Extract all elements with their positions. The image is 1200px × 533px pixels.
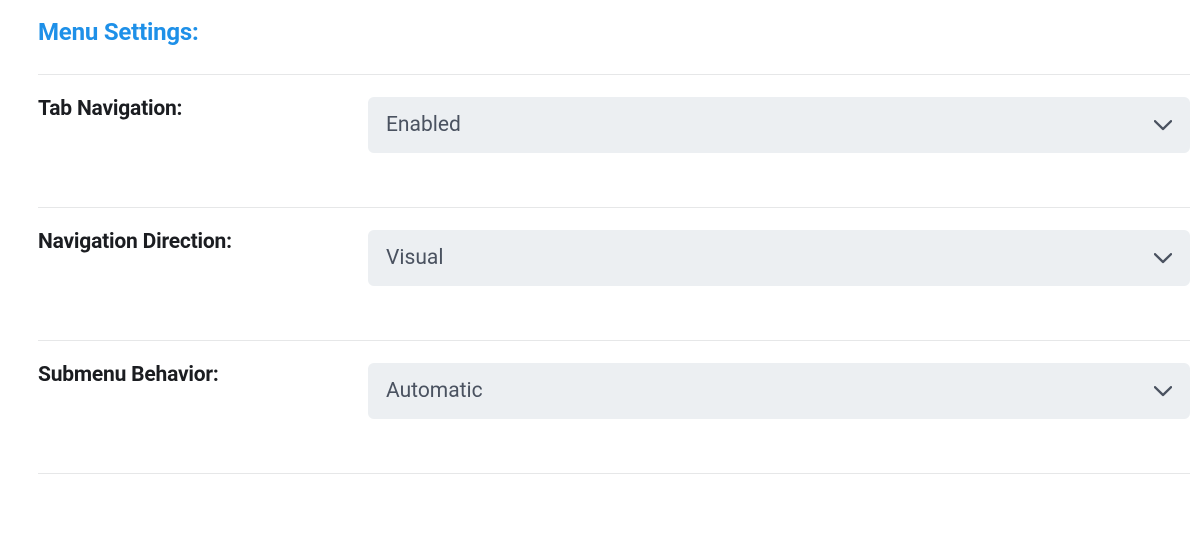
section-title: Menu Settings: <box>38 18 1190 46</box>
navigation-direction-value: Visual <box>386 246 443 270</box>
tab-navigation-value: Enabled <box>386 113 461 137</box>
submenu-behavior-label: Submenu Behavior: <box>38 363 368 387</box>
tab-navigation-label: Tab Navigation: <box>38 97 368 121</box>
navigation-direction-label: Navigation Direction: <box>38 230 368 254</box>
chevron-down-icon <box>1154 386 1172 397</box>
divider <box>38 473 1190 474</box>
submenu-behavior-select[interactable]: Automatic <box>368 363 1190 419</box>
setting-row-navigation-direction: Navigation Direction: Visual <box>38 208 1190 340</box>
setting-row-submenu-behavior: Submenu Behavior: Automatic <box>38 341 1190 473</box>
navigation-direction-select[interactable]: Visual <box>368 230 1190 286</box>
setting-row-tab-navigation: Tab Navigation: Enabled <box>38 75 1190 207</box>
chevron-down-icon <box>1154 253 1172 264</box>
tab-navigation-select[interactable]: Enabled <box>368 97 1190 153</box>
chevron-down-icon <box>1154 120 1172 131</box>
submenu-behavior-value: Automatic <box>386 379 483 403</box>
